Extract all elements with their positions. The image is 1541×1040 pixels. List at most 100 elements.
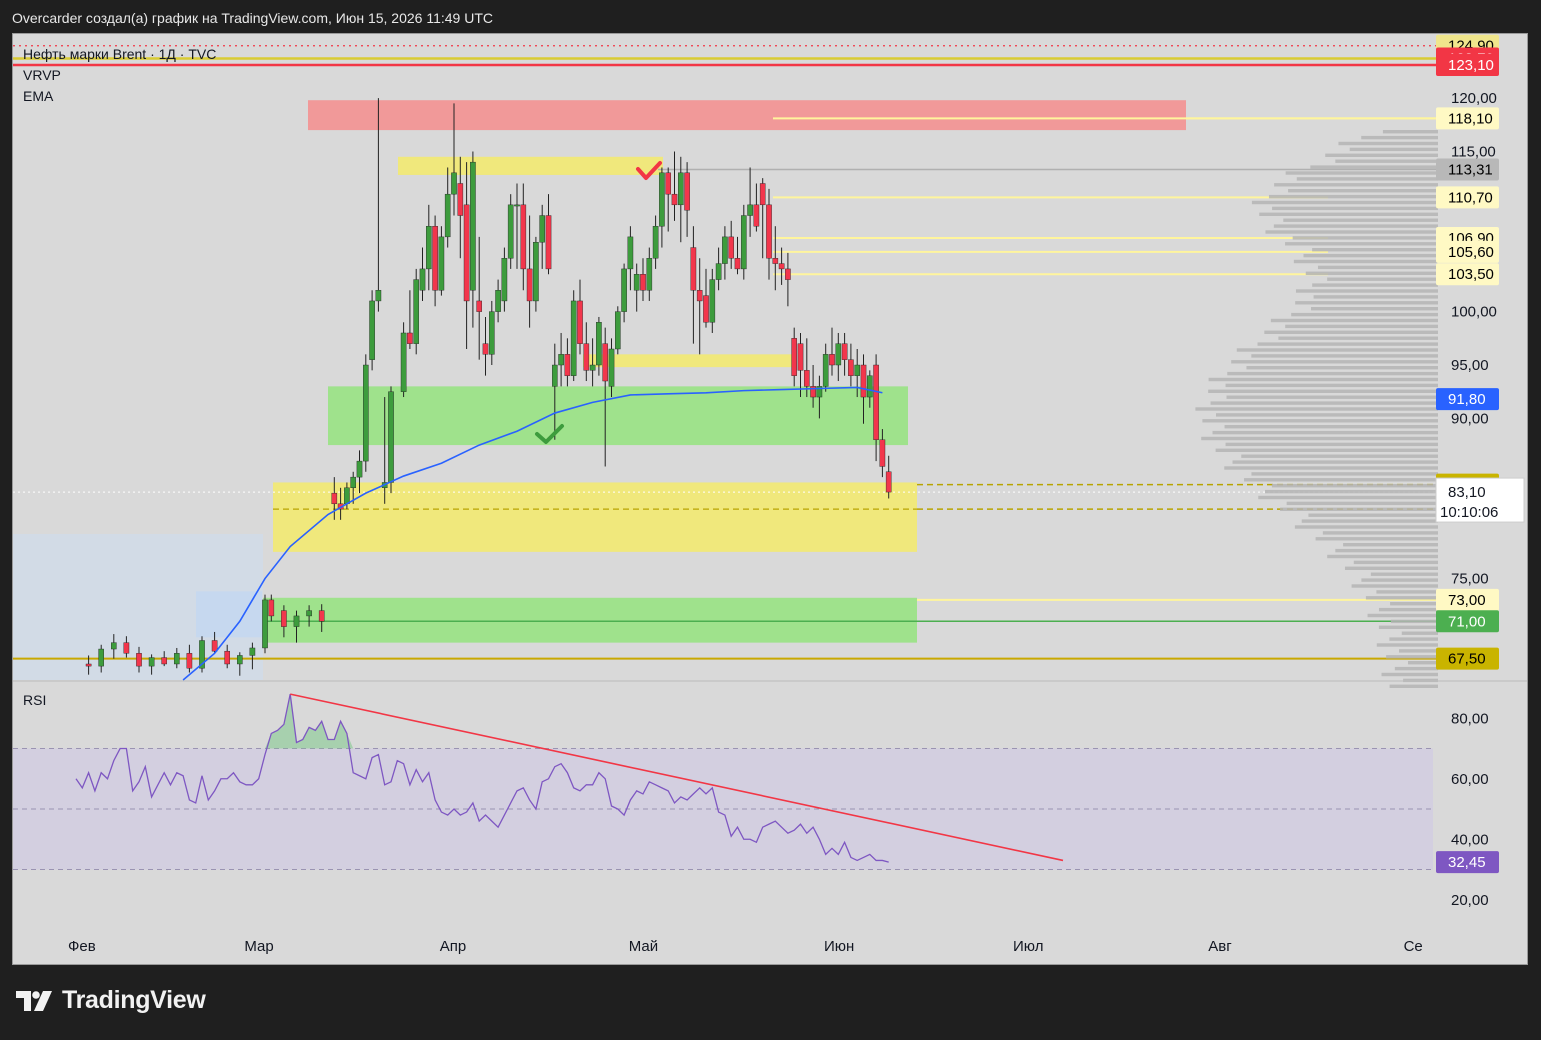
- candle-body: [791, 338, 797, 376]
- volume-bar: [1210, 401, 1438, 405]
- volume-bar: [1367, 613, 1438, 618]
- candle-body: [608, 348, 615, 387]
- volume-bar: [1394, 666, 1438, 671]
- legend-rsi: RSI: [23, 692, 46, 708]
- candle-body: [766, 204, 772, 259]
- candle-body: [306, 610, 312, 617]
- candle-body: [344, 487, 350, 505]
- candle-body: [709, 279, 716, 323]
- volume-bar: [1202, 419, 1438, 423]
- price-label-12: 73,00: [1448, 592, 1486, 609]
- candle-64: [615, 306, 621, 355]
- rsi-last-label: 32,45: [1448, 854, 1486, 871]
- candle-body: [596, 322, 602, 366]
- candle-body: [419, 268, 426, 291]
- x-tick-5: Июл: [1013, 938, 1043, 955]
- candle-body: [848, 359, 854, 376]
- volume-bar: [1246, 366, 1438, 370]
- volume-bar: [1285, 324, 1438, 329]
- volume-bar: [1273, 224, 1438, 228]
- x-tick-7: Се: [1404, 938, 1423, 955]
- volume-bar: [1251, 200, 1438, 205]
- candle-body: [426, 225, 432, 270]
- candle-body: [98, 648, 104, 667]
- candle-body: [161, 657, 168, 665]
- candle-body: [507, 204, 514, 259]
- zone-yellow-top: [398, 156, 663, 175]
- volume-bar: [1338, 141, 1438, 146]
- volume-bar: [1293, 259, 1438, 264]
- volume-bar: [1244, 478, 1438, 482]
- candle-body: [602, 343, 608, 382]
- volume-bar: [1280, 507, 1438, 511]
- volume-bar: [1286, 501, 1438, 506]
- candle-body: [400, 332, 407, 392]
- volume-bar: [1195, 407, 1438, 411]
- candle-body: [678, 172, 684, 206]
- candle-body: [646, 258, 653, 291]
- volume-bar: [1343, 543, 1438, 547]
- candle-body: [413, 279, 420, 344]
- price-tick-4: 115,00: [1451, 143, 1496, 160]
- brand: TradingView: [16, 986, 206, 1015]
- volume-bar: [1231, 360, 1438, 364]
- volume-bar: [1376, 590, 1438, 594]
- candle-body: [148, 657, 155, 667]
- volume-bar: [1378, 607, 1438, 612]
- volume-bar: [1294, 525, 1438, 529]
- volume-bar: [1305, 271, 1438, 275]
- rsi-tick-3: 80,00: [1451, 710, 1489, 727]
- volume-bar: [1308, 513, 1438, 517]
- volume-bar: [1335, 159, 1438, 163]
- volume-bar: [1382, 130, 1438, 134]
- candle-body: [785, 268, 791, 280]
- candle-body: [873, 364, 879, 440]
- volume-bar: [1327, 554, 1438, 559]
- candle-29: [388, 386, 394, 494]
- volume-bar: [1288, 189, 1438, 193]
- candle-body: [495, 290, 501, 312]
- candle-body: [545, 215, 552, 270]
- volume-bar: [1295, 289, 1438, 293]
- candle-body: [659, 172, 665, 227]
- candle-body: [564, 354, 571, 376]
- chart-frame[interactable]: 75,00 90,00 95,00 100,00 115,00 120,00 20,00 40…: [12, 33, 1528, 965]
- candle-body: [633, 274, 640, 291]
- prior-range-box: [196, 591, 262, 638]
- legend-symbol: Нефть марки Brent · 1Д · TVC: [23, 46, 216, 62]
- volume-bar: [1226, 395, 1438, 399]
- volume-bar: [1285, 171, 1438, 175]
- price-tick-3: 100,00: [1451, 304, 1497, 321]
- candle-body: [173, 653, 180, 665]
- x-tick-6: Авг: [1208, 938, 1232, 955]
- x-tick-4: Июн: [824, 938, 854, 955]
- candle-9: [199, 636, 205, 673]
- chart-caption: Overcarder создал(а) график на TradingVi…: [12, 10, 493, 26]
- chart-canvas[interactable]: 75,00 90,00 95,00 100,00 115,00 120,00 20,00 40…: [13, 34, 1527, 964]
- price-tick-2: 95,00: [1451, 357, 1489, 374]
- candle-25: [363, 354, 369, 472]
- candle-26: [369, 290, 375, 371]
- candle-body: [615, 311, 621, 350]
- volume-bar: [1257, 342, 1438, 346]
- price-label-3: 118,10: [1448, 110, 1493, 127]
- volume-bar: [1390, 602, 1438, 606]
- candle-body: [501, 258, 508, 302]
- legend-vrvp: VRVP: [23, 67, 61, 83]
- candle-84: [741, 204, 747, 280]
- rsi-tick-0: 20,00: [1451, 892, 1489, 909]
- volume-bar: [1251, 354, 1438, 358]
- volume-bar: [1225, 383, 1438, 388]
- volume-bar: [1215, 448, 1438, 452]
- candle-body: [552, 364, 558, 387]
- candle-body: [753, 204, 760, 227]
- volume-bar: [1295, 301, 1438, 305]
- price-label-7: 105,60: [1448, 244, 1494, 261]
- candle-body: [589, 364, 596, 371]
- candle-body: [85, 663, 92, 667]
- candle-body: [841, 343, 848, 360]
- candle-body: [690, 247, 697, 291]
- candle-body: [293, 615, 300, 627]
- supply-zone-red: [308, 100, 1186, 131]
- volume-bar: [1370, 572, 1438, 576]
